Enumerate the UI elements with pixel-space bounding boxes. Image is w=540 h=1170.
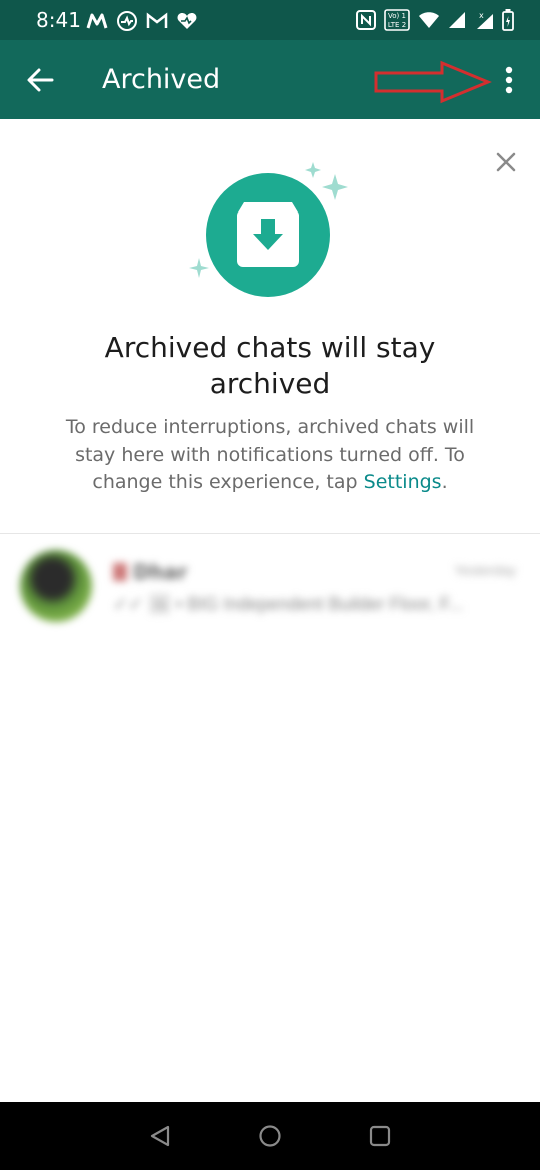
more-vertical-icon <box>505 66 513 94</box>
close-banner-button[interactable] <box>492 148 520 176</box>
more-options-button[interactable] <box>495 62 523 98</box>
archive-illustration <box>189 162 348 297</box>
nfc-icon <box>356 10 376 30</box>
svg-text:Vo) 1: Vo) 1 <box>388 12 406 20</box>
app-bar: Archived <box>0 40 540 119</box>
back-button[interactable] <box>22 62 58 98</box>
signal-icon-2: x <box>477 11 493 29</box>
chat-name-text: Dhar <box>133 560 188 584</box>
arrow-left-icon <box>27 68 54 92</box>
status-left-icons <box>86 10 198 32</box>
page-title: Archived <box>102 64 221 95</box>
nav-home-icon[interactable] <box>258 1124 282 1148</box>
avatar[interactable] <box>20 550 92 622</box>
chat-name: Dhar <box>113 560 187 584</box>
gmail-icon <box>146 12 168 28</box>
myntra-icon <box>86 13 108 29</box>
settings-link[interactable]: Settings <box>364 471 442 493</box>
archive-box-icon <box>237 202 299 267</box>
signal-icon <box>449 12 465 28</box>
banner-title: Archived chats will stay archived <box>104 331 436 400</box>
status-right-icons: Vo) 1 LTE 2 x <box>356 9 514 31</box>
svg-text:LTE 2: LTE 2 <box>388 21 406 29</box>
nav-back-icon[interactable] <box>148 1124 172 1148</box>
chat-row[interactable]: Dhar Yesterday ✓✓ 🖼 • BIG Independent Bu… <box>0 540 540 635</box>
wifi-icon <box>419 12 439 28</box>
divider <box>0 533 540 534</box>
battery-icon <box>502 9 514 31</box>
close-icon <box>496 152 516 172</box>
volte-icon: Vo) 1LTE 2 <box>384 9 410 31</box>
navigation-bar <box>0 1102 540 1170</box>
building-icon <box>113 563 127 581</box>
status-time: 8:41 <box>36 8 81 32</box>
svg-text:x: x <box>479 11 484 20</box>
activity-icon <box>117 11 137 31</box>
banner-body-suffix: . <box>441 471 448 493</box>
annotation-arrow <box>374 60 492 104</box>
heart-icon <box>177 13 197 29</box>
chat-preview: ✓✓ 🖼 • BIG Independent Builder Floor, F.… <box>113 594 464 614</box>
nav-recents-icon[interactable] <box>369 1125 391 1147</box>
chat-time: Yesterday <box>454 562 516 578</box>
status-bar: 8:41 Vo) 1 LTE 2 x <box>0 0 540 40</box>
banner-body: To reduce interruptions, archived chats … <box>50 414 490 497</box>
